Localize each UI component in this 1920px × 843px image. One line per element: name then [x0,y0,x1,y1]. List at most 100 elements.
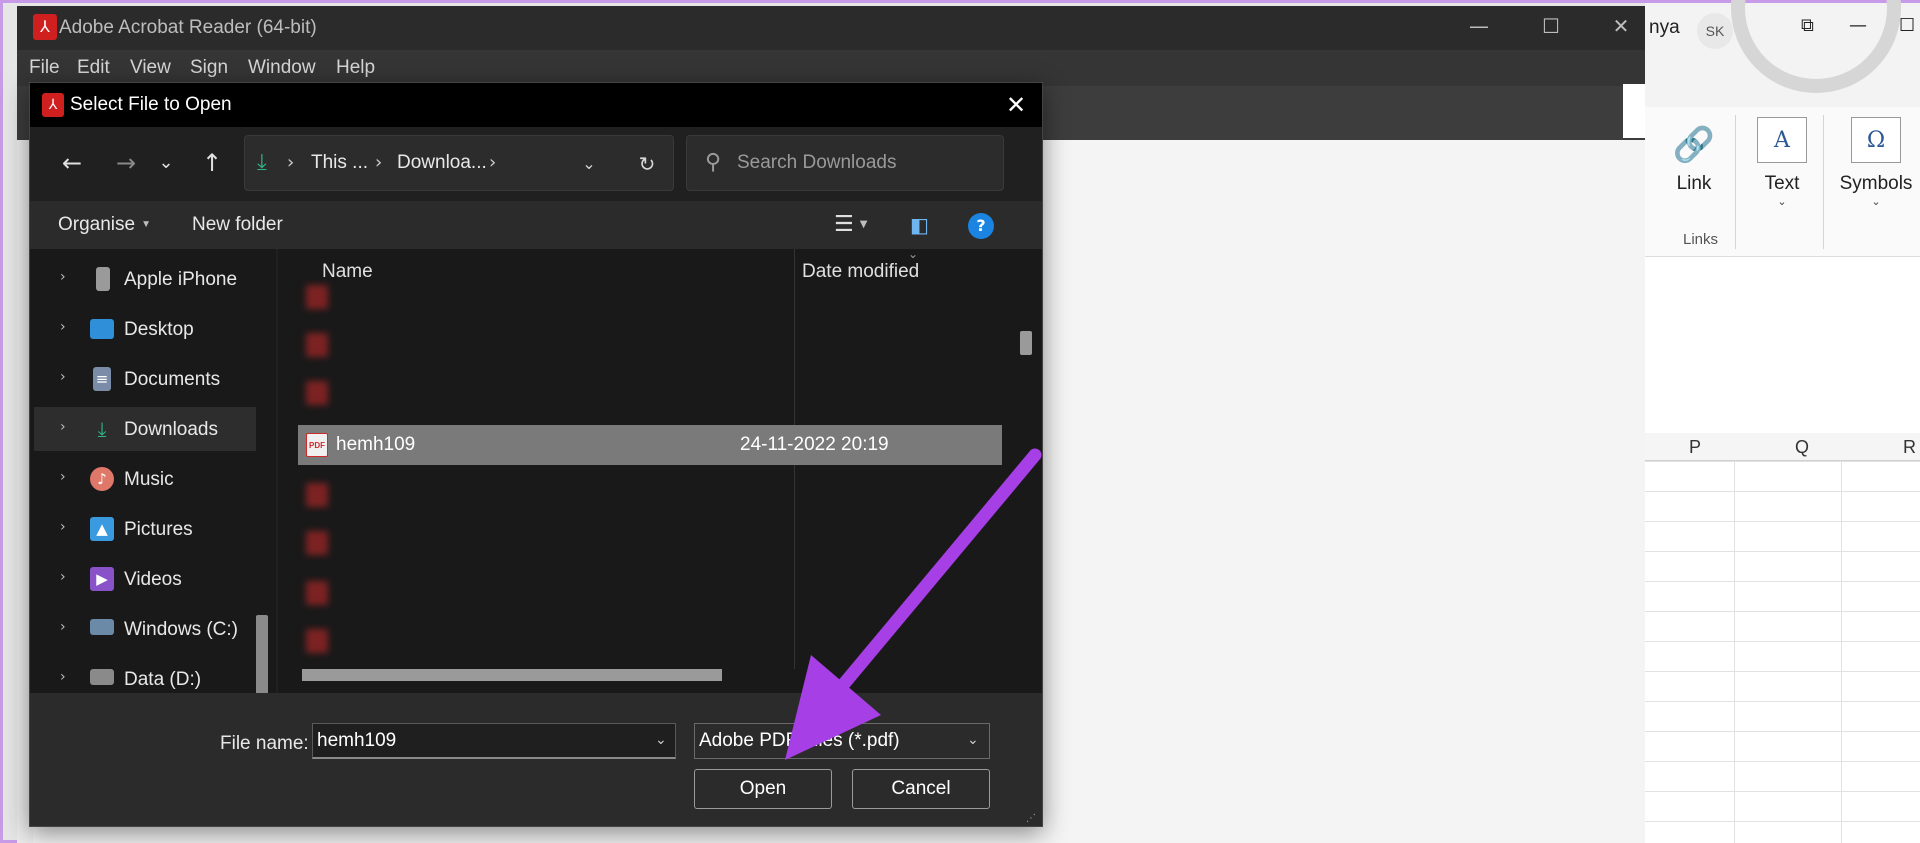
acrobat-logo-icon: ⅄ [33,14,57,40]
file-row-selected[interactable]: PDF hemh109 24-11-2022 20:19 [298,425,1002,465]
menu-edit[interactable]: Edit [77,57,110,79]
pdf-file-icon [306,581,328,605]
chevron-down-icon: ⌄ [1871,196,1881,208]
expand-chevron-icon[interactable]: › [60,469,66,485]
nav-item-videos[interactable]: › ▶ Videos [34,557,256,601]
address-history-chevron-icon[interactable]: ⌄ [571,146,607,182]
file-name-combo[interactable]: ⌄ [312,723,676,759]
link-button[interactable]: 🔗 Link [1659,117,1729,195]
menu-sign[interactable]: Sign [190,57,228,79]
resize-grip-icon[interactable]: ⋰ [1026,813,1036,824]
maximize-icon[interactable]: ☐ [1531,14,1571,38]
column-header-r[interactable]: R [1903,437,1916,458]
address-bar[interactable]: ⤓ › This ... › Downloa... › ⌄ ↻ [244,135,674,191]
nav-item-documents[interactable]: › ≡ Documents [34,357,256,401]
refresh-icon[interactable]: ↻ [629,146,665,182]
minimize-icon[interactable]: — [1849,15,1867,36]
expand-chevron-icon[interactable]: › [60,419,66,435]
open-file-dialog: ⅄ Select File to Open ✕ ← → ⌄ ↑ ⤓ › This… [29,82,1043,827]
file-row-redacted[interactable] [298,475,1002,515]
file-type-select[interactable]: Adobe PDF Files (*.pdf) ⌄ [694,723,990,759]
column-header-q[interactable]: Q [1795,437,1809,458]
menu-view[interactable]: View [130,57,171,79]
search-box[interactable]: ⚲ [686,135,1004,191]
menu-window[interactable]: Window [248,57,316,79]
file-row-redacted[interactable] [298,573,1002,613]
organise-button[interactable]: Organise ▼ [58,214,151,236]
file-row-redacted[interactable] [298,277,1002,317]
nav-item-desktop[interactable]: › Desktop [34,307,256,351]
forward-arrow-icon[interactable]: → [106,143,146,183]
excel-header-decoration [1731,0,1901,93]
file-list-horizontal-scrollbar[interactable] [302,669,722,681]
nav-label: Pictures [124,519,193,540]
close-icon[interactable]: ✕ [996,89,1036,121]
file-list: ⌄ Name Date modified PDF hemh109 24-11-2… [278,247,1042,693]
nav-label: Downloads [124,419,218,440]
details-view-icon: ☰ [834,212,854,237]
expand-chevron-icon[interactable]: › [60,669,66,685]
expand-chevron-icon[interactable]: › [60,519,66,535]
menu-file[interactable]: File [29,57,60,79]
avatar[interactable]: SK [1697,13,1733,49]
chevron-down-icon[interactable]: ⌄ [655,732,667,748]
excel-titlebar: nya SK ⧉ — ☐ [1645,0,1920,107]
breadcrumb-downloads[interactable]: Downloa... [397,152,487,174]
file-name-label: File name: [220,733,309,754]
breadcrumb-this-pc[interactable]: This ... [311,152,368,174]
new-folder-button[interactable]: New folder [192,214,283,236]
ribbon-separator [1823,115,1824,249]
symbols-button[interactable]: Ω Symbols ⌄ [1831,117,1920,208]
nav-item-music[interactable]: › ♪ Music [34,457,256,501]
file-row-redacted[interactable] [298,325,1002,365]
excel-window: nya SK ⧉ — ☐ 🔗 Link A Text ⌄ Ω Symbols ⌄ [1645,0,1920,843]
pdf-file-icon: PDF [306,433,328,457]
caret-down-icon: ▼ [141,219,152,231]
chevron-right-icon: › [375,152,383,173]
nav-label: Videos [124,569,182,590]
pictures-icon: ▲ [90,517,114,541]
nav-item-data-d[interactable]: › Data (D:) [34,657,256,693]
chevron-right-icon: › [287,152,295,173]
nav-item-pictures[interactable]: › ▲ Pictures [34,507,256,551]
symbols-label: Symbols [1839,173,1913,194]
recent-locations-chevron-icon[interactable]: ⌄ [146,143,186,183]
search-input[interactable] [737,148,987,178]
ribbon-display-icon[interactable]: ⧉ [1801,15,1814,36]
help-icon[interactable]: ? [968,213,994,239]
expand-chevron-icon[interactable]: › [60,269,66,285]
preview-pane-icon[interactable]: ◧ [910,209,929,241]
pdf-file-icon [306,333,328,357]
expand-chevron-icon[interactable]: › [60,319,66,335]
up-arrow-icon[interactable]: ↑ [192,143,232,183]
open-button[interactable]: Open [694,769,832,809]
file-name-input[interactable] [317,729,637,753]
nav-item-downloads[interactable]: › ⤓ Downloads [34,407,256,451]
back-arrow-icon[interactable]: ← [52,143,92,183]
expand-chevron-icon[interactable]: › [60,569,66,585]
file-list-vertical-scrollbar[interactable] [1020,331,1032,355]
nav-item-apple-iphone[interactable]: › Apple iPhone [34,257,256,301]
view-options-button[interactable]: ☰ ▼ [834,209,867,241]
menu-help[interactable]: Help [336,57,375,79]
minimize-icon[interactable]: — [1459,14,1499,38]
cancel-button[interactable]: Cancel [852,769,990,809]
dialog-title: Select File to Open [70,94,232,115]
chevron-right-icon[interactable]: › [489,152,496,173]
spreadsheet-grid[interactable] [1645,461,1920,843]
expand-chevron-icon[interactable]: › [60,369,66,385]
pdf-file-icon [306,531,328,555]
chevron-down-icon: ⌄ [967,732,979,748]
text-button[interactable]: A Text ⌄ [1745,117,1819,208]
phone-icon [96,267,110,291]
expand-chevron-icon[interactable]: › [60,619,66,635]
file-row-redacted[interactable] [298,621,1002,661]
nav-item-windows-c[interactable]: › Windows (C:) [34,607,256,651]
column-header-p[interactable]: P [1689,437,1701,458]
close-icon[interactable]: ✕ [1601,14,1641,38]
nav-label: Data (D:) [124,669,202,690]
file-row-redacted[interactable] [298,373,1002,413]
file-row-redacted[interactable] [298,523,1002,563]
dialog-titlebar: ⅄ Select File to Open ✕ [30,83,1042,127]
maximize-icon[interactable]: ☐ [1899,15,1915,36]
